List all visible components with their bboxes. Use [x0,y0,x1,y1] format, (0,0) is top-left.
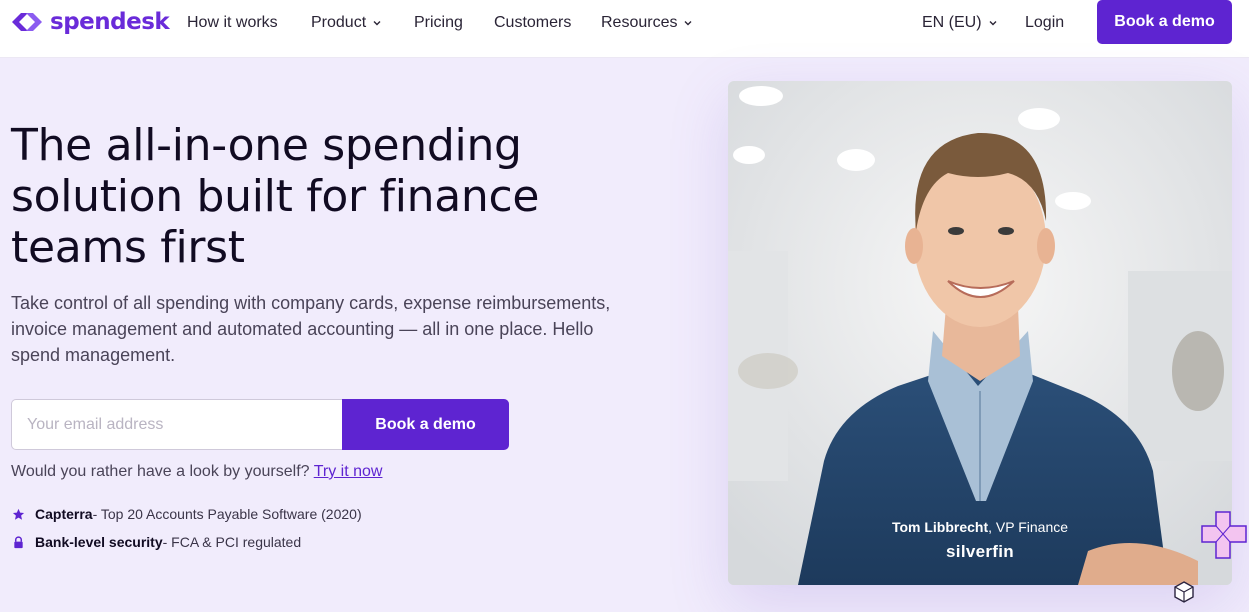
language-selector[interactable]: EN (EU) [922,14,998,32]
nav-pricing[interactable]: Pricing [414,14,463,32]
chevron-down-icon [684,21,692,26]
nav-pricing-label: Pricing [414,14,463,31]
nav-resources[interactable]: Resources [601,14,693,32]
login-link[interactable]: Login [1025,14,1064,32]
nav-customers[interactable]: Customers [494,14,571,32]
security-title: Bank-level security [35,534,163,550]
hero-book-demo-button[interactable]: Book a demo [342,399,509,450]
decorative-cross-icon [1201,511,1247,559]
nav-how-it-works-label: How it works [187,14,278,31]
capterra-badge: Capterra - Top 20 Accounts Payable Softw… [12,506,362,522]
language-label: EN (EU) [922,14,982,31]
email-input[interactable] [11,399,343,450]
spendesk-logo-icon [12,13,42,31]
try-prefix: Would you rather have a look by yourself… [11,463,310,480]
decorative-cube-icon [1174,581,1194,603]
chevron-down-icon [989,21,997,26]
security-badge: Bank-level security - FCA & PCI regulate… [12,534,301,550]
hero-subtitle: Take control of all spending with compan… [11,293,611,365]
spendesk-logo[interactable]: spendesk [10,9,170,35]
testimonial-role: , VP Finance [988,519,1069,535]
lock-icon [14,535,23,548]
nav-how-it-works[interactable]: How it works [187,14,278,32]
try-it-now-link[interactable]: Try it now [314,463,383,480]
headline-line-2: solution built for finance [11,171,540,222]
security-text: - FCA & PCI regulated [162,534,302,550]
star-icon [12,508,25,520]
testimonial-name: Tom Libbrecht [891,519,989,535]
nav-product[interactable]: Product [311,14,382,32]
nav-resources-label: Resources [601,14,678,31]
try-it-now-text: Would you rather have a look by yourself… [11,463,382,481]
testimonial-photo [728,81,1232,585]
nav-product-label: Product [311,14,367,31]
silverfin-logo: silverfin [728,542,1232,562]
brand-name: spendesk [50,9,170,35]
capterra-title: Capterra [35,506,93,522]
testimonial-caption: Tom Libbrecht, VP Finance [728,519,1232,535]
silverfin-logo-text: silverfin [946,542,1014,561]
top-nav: spendesk How it works Product Pricing Cu… [0,0,1249,58]
headline-line-1: The all-in-one spending [11,120,522,171]
capterra-text: - Top 20 Accounts Payable Software (2020… [92,506,362,522]
nav-customers-label: Customers [494,14,572,31]
nav-book-demo-button[interactable]: Book a demo [1097,0,1232,44]
person-photo [728,81,1232,585]
hero-headline: The all-in-one spending solution built f… [11,120,631,273]
headline-line-3: teams first [11,222,245,273]
chevron-down-icon [373,21,381,26]
login-label: Login [1025,14,1065,31]
